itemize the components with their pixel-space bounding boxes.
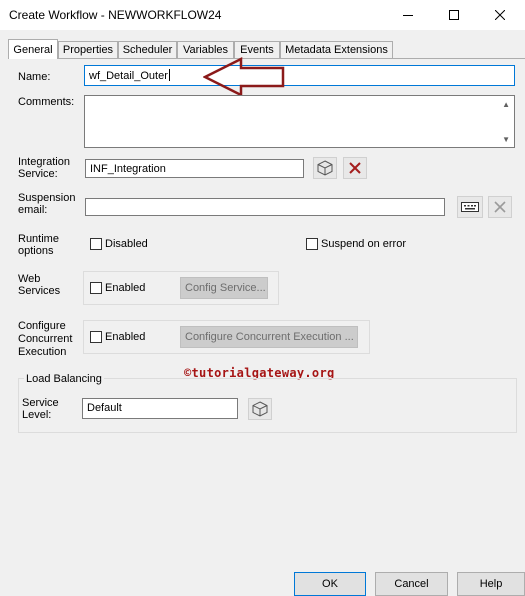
web-services-label-line2: Services [18, 285, 61, 297]
scroll-up-icon[interactable]: ▲ [502, 99, 510, 111]
configure-concurrent-execution-button[interactable]: Configure Concurrent Execution ... [180, 326, 358, 348]
minimize-button[interactable] [385, 0, 431, 30]
service-level-field[interactable]: Default [82, 398, 238, 419]
scroll-down-icon[interactable]: ▼ [502, 134, 510, 146]
browse-integration-button[interactable] [313, 157, 337, 179]
service-level-label-line2: Level: [22, 409, 52, 421]
config-service-button[interactable]: Config Service... [180, 277, 268, 299]
minimize-icon [403, 15, 413, 16]
name-value: wf_Detail_Outer [89, 70, 168, 82]
tab-events[interactable]: Events [234, 41, 280, 58]
delete-x-icon [349, 162, 361, 174]
cube-icon [252, 401, 268, 417]
help-button[interactable]: Help [457, 572, 525, 596]
cube-icon [317, 160, 333, 176]
window-title: Create Workflow - NEWWORKFLOW24 [9, 8, 222, 22]
comments-label: Comments: [18, 96, 75, 108]
suspend-on-error-label: Suspend on error [321, 238, 406, 250]
web-services-enabled-label: Enabled [105, 282, 146, 294]
concurrent-label-line2: Concurrent [18, 333, 73, 345]
web-services-enabled-checkbox[interactable] [90, 282, 102, 294]
close-button[interactable] [477, 0, 523, 30]
tab-metadata-extensions[interactable]: Metadata Extensions [280, 41, 393, 58]
concurrent-label-line3: Execution [18, 346, 67, 358]
concurrent-label-line1: Configure [18, 320, 66, 332]
tab-properties[interactable]: Properties [58, 41, 118, 58]
title-bar: Create Workflow - NEWWORKFLOW24 [0, 0, 525, 30]
concurrent-enabled-checkbox[interactable] [90, 331, 102, 343]
delete-x-icon [494, 201, 506, 213]
clear-integration-button[interactable] [343, 157, 367, 179]
runtime-label-line2: options [18, 245, 54, 257]
suspend-on-error-checkbox[interactable] [306, 238, 318, 250]
clear-email-button[interactable] [488, 196, 512, 218]
text-cursor [168, 69, 170, 81]
integration-service-field[interactable]: INF_Integration [85, 159, 304, 178]
disabled-checkbox[interactable] [90, 238, 102, 250]
service-level-value: Default [87, 402, 122, 414]
email-editor-button[interactable] [457, 196, 483, 218]
comments-textarea[interactable]: ▲ ▼ [84, 95, 515, 148]
browse-service-level-button[interactable] [248, 398, 272, 420]
ok-button[interactable]: OK [294, 572, 366, 596]
maximize-button[interactable] [431, 0, 477, 30]
annotation-arrow-icon [203, 57, 285, 97]
name-input[interactable]: wf_Detail_Outer [84, 65, 515, 86]
load-balancing-label: Load Balancing [24, 373, 104, 385]
close-icon [495, 10, 505, 20]
tab-variables[interactable]: Variables [177, 41, 234, 58]
integration-service-value: INF_Integration [90, 163, 166, 175]
keyboard-icon [461, 202, 479, 212]
disabled-label: Disabled [105, 238, 148, 250]
suspension-label-line2: email: [18, 204, 48, 216]
cancel-button[interactable]: Cancel [375, 572, 448, 596]
suspension-email-input[interactable] [85, 198, 445, 216]
tab-scheduler[interactable]: Scheduler [118, 41, 177, 58]
name-label: Name: [18, 71, 51, 83]
concurrent-enabled-label: Enabled [105, 331, 146, 343]
tab-general[interactable]: General [8, 39, 58, 59]
maximize-icon [449, 10, 459, 20]
integration-label-line2: Service: [18, 168, 58, 180]
